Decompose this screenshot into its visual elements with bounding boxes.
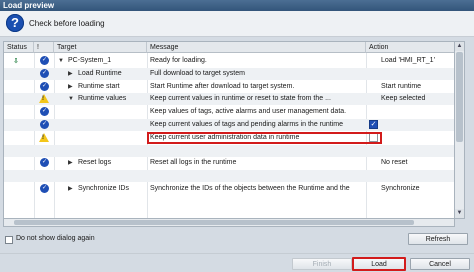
row-target: Runtime values <box>78 95 127 103</box>
ok-status-icon: ✓ <box>40 158 49 168</box>
finish-button[interactable]: Finish <box>292 258 352 270</box>
row-target: Synchronize IDs <box>78 185 129 192</box>
warning-icon: ! <box>39 132 49 142</box>
vertical-scrollbar[interactable]: ▲ ▼ <box>455 41 465 219</box>
row-message: Full download to target system <box>150 69 245 77</box>
column-header-status[interactable]: Status <box>4 42 34 53</box>
table-row[interactable]: ✓ ▶ Runtime start Start Runtime after downl… <box>4 81 454 93</box>
ok-status-icon: ✓ <box>40 107 49 117</box>
scroll-thumb[interactable] <box>456 52 463 142</box>
table-row[interactable]: ✓ ▶ Load Runtime Full download to target sy… <box>4 67 454 80</box>
expand-icon[interactable]: ▶ <box>68 68 73 80</box>
table-row[interactable]: ✓ Keep current values of tags and pending… <box>4 119 454 131</box>
row-checkbox[interactable]: ✓ <box>369 120 378 129</box>
table-row[interactable]: ! Keep current user administration data i… <box>4 131 454 144</box>
column-header-action[interactable]: Action <box>366 42 454 53</box>
table-row[interactable]: ! ▼ Runtime values Keep current values in r… <box>4 93 454 106</box>
row-message: Keep current values in runtime or reset … <box>150 95 331 103</box>
row-action[interactable]: Keep selected <box>381 93 454 105</box>
cancel-button[interactable]: Cancel <box>410 258 470 270</box>
column-header-bang[interactable]: ! <box>34 42 54 53</box>
expand-icon[interactable]: ▶ <box>68 81 73 93</box>
load-icon: ⇩ <box>13 58 19 65</box>
dialog-footer: Do not show dialog again Refresh Finish … <box>0 229 474 272</box>
expand-icon[interactable]: ▶ <box>68 183 73 195</box>
refresh-button[interactable]: Refresh <box>408 233 468 245</box>
row-target: Runtime start <box>78 82 120 90</box>
column-header-target[interactable]: Target <box>54 42 147 53</box>
hscroll-thumb[interactable] <box>14 220 414 225</box>
table-row[interactable]: ✓ ▶ Synchronize IDs Synchronize the IDs of … <box>4 183 454 195</box>
load-button[interactable]: Load <box>352 257 406 271</box>
dialog-header: ? Check before loading <box>0 11 474 37</box>
row-message: Reset all logs in the runtime <box>150 159 237 167</box>
ok-status-icon: ✓ <box>40 56 49 65</box>
row-target: Reset logs <box>78 159 112 167</box>
row-action[interactable]: No reset <box>381 157 454 169</box>
warning-icon: ! <box>39 94 49 104</box>
row-message: Synchronize the IDs of the objects betwe… <box>150 185 350 192</box>
collapse-icon[interactable]: ▼ <box>68 93 74 105</box>
row-message: Start Runtime after download to target s… <box>150 82 295 90</box>
row-target: Load Runtime <box>78 69 122 77</box>
ok-status-icon: ✓ <box>40 81 49 91</box>
footer-divider <box>0 253 474 254</box>
table-row[interactable] <box>4 170 454 183</box>
load-preview-table: Status ! Target Message Action ⇩ ✓ ▼ PC-Sys… <box>3 41 455 219</box>
dont-show-label: Do not show dialog again <box>16 235 95 242</box>
expand-icon[interactable]: ▶ <box>68 157 73 169</box>
window-title: Load preview <box>0 0 474 11</box>
collapse-icon[interactable]: ▼ <box>58 55 64 67</box>
row-message: Keep values of tags, active alarms and u… <box>150 108 347 116</box>
table-row[interactable]: ⇩ ✓ ▼ PC-System_1 Ready for loading. Load 'HM… <box>4 55 454 67</box>
column-header-message[interactable]: Message <box>147 42 366 53</box>
header-text: Check before loading <box>29 19 105 28</box>
scroll-up-icon[interactable]: ▲ <box>455 42 464 51</box>
scroll-down-icon[interactable]: ▼ <box>455 209 464 218</box>
row-action[interactable]: Synchronize <box>381 183 454 195</box>
row-action[interactable]: Load 'HMI_RT_1' <box>381 55 454 67</box>
row-action[interactable]: Start runtime <box>381 81 454 93</box>
highlight-box <box>147 131 382 144</box>
ok-status-icon: ✓ <box>40 120 49 129</box>
help-icon: ? <box>6 14 24 32</box>
dont-show-checkbox[interactable] <box>5 236 13 244</box>
row-message: Ready for loading. <box>150 57 207 64</box>
table-row[interactable] <box>4 144 454 157</box>
ok-status-icon: ✓ <box>40 68 49 78</box>
horizontal-scrollbar[interactable] <box>3 219 455 227</box>
table-row[interactable]: ✓ Keep values of tags, active alarms and … <box>4 106 454 118</box>
ok-status-icon: ✓ <box>40 184 49 193</box>
table-row[interactable]: ✓ ▶ Reset logs Reset all logs in the runtim… <box>4 157 454 169</box>
row-target: PC-System_1 <box>68 57 112 64</box>
row-message: Keep current values of tags and pending … <box>150 121 344 128</box>
